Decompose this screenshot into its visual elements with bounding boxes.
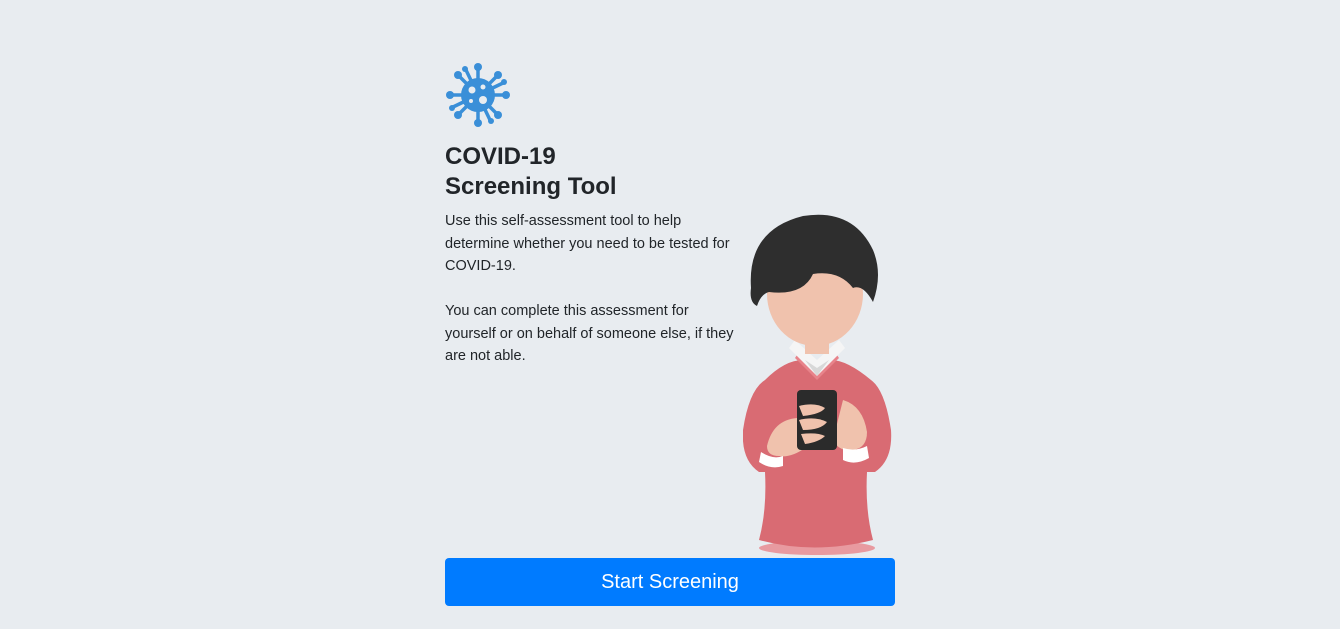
page-title-line1: COVID-19 xyxy=(445,143,556,170)
page-title: COVID-19 Screening Tool xyxy=(445,142,617,202)
virus-icon xyxy=(446,63,510,127)
person-with-phone-illustration xyxy=(743,214,892,555)
screening-intro-panel: COVID-19 Screening Tool Use this self-as… xyxy=(445,0,895,629)
intro-paragraph-2: You can complete this assessment for you… xyxy=(445,303,734,364)
intro-paragraph-1: Use this self-assessment tool to help de… xyxy=(445,213,730,274)
start-screening-button[interactable]: Start Screening xyxy=(445,558,895,606)
page-title-line2: Screening Tool xyxy=(445,173,617,200)
